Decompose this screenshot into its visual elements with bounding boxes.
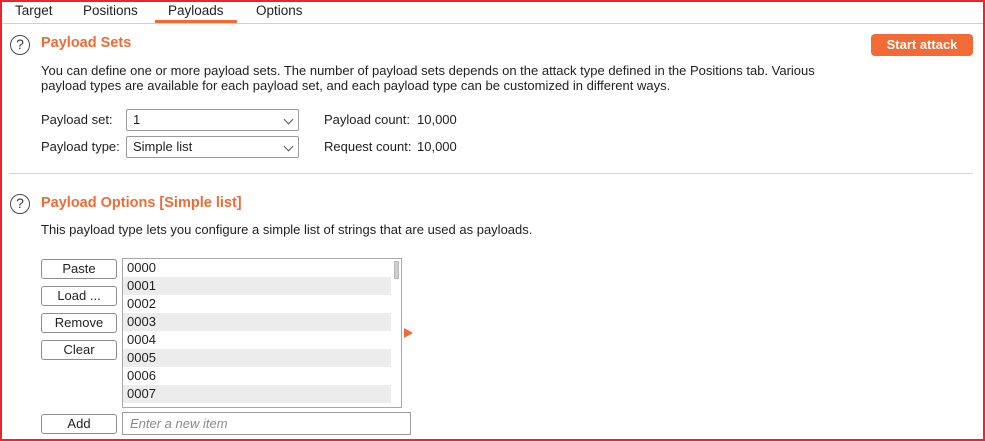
tab-target[interactable]: Target: [2, 0, 66, 23]
payload-count-value: 10,000: [417, 112, 457, 127]
payload-list[interactable]: 0000 0001 0002 0003 0004 0005 0006 0007 …: [122, 258, 402, 408]
request-count-value: 10,000: [417, 139, 457, 154]
add-button[interactable]: Add: [41, 414, 117, 434]
request-count-label: Request count:: [324, 139, 412, 154]
payload-set-select[interactable]: 1: [126, 109, 299, 131]
list-item[interactable]: 0001: [123, 277, 391, 295]
list-item[interactable]: 0006: [123, 367, 391, 385]
list-item[interactable]: 0003: [123, 313, 391, 331]
list-item[interactable]: 0008: [123, 403, 391, 407]
payload-set-label: Payload set:: [41, 112, 113, 127]
expand-arrow-icon[interactable]: [404, 328, 413, 338]
chevron-down-icon: [283, 141, 294, 152]
tab-options[interactable]: Options: [243, 0, 316, 23]
help-icon[interactable]: ?: [10, 194, 30, 214]
new-item-input[interactable]: [122, 412, 411, 435]
tab-bar: Target Positions Payloads Options: [2, 0, 983, 24]
list-item[interactable]: 0002: [123, 295, 391, 313]
payload-options-title: Payload Options [Simple list]: [41, 195, 242, 211]
tab-positions[interactable]: Positions: [70, 0, 151, 23]
payload-sets-description-line2: payload types are available for each pay…: [41, 78, 671, 93]
tab-payloads[interactable]: Payloads: [155, 0, 237, 23]
chevron-down-icon: [283, 114, 294, 125]
load-button[interactable]: Load ...: [41, 286, 117, 306]
help-icon[interactable]: ?: [10, 35, 30, 55]
remove-button[interactable]: Remove: [41, 313, 117, 333]
list-item[interactable]: 0000: [123, 259, 391, 277]
clear-button[interactable]: Clear: [41, 340, 117, 360]
scrollbar-thumb[interactable]: [394, 261, 399, 279]
payload-count-label: Payload count:: [324, 112, 411, 127]
paste-button[interactable]: Paste: [41, 259, 117, 279]
payload-options-description: This payload type lets you configure a s…: [41, 222, 533, 237]
payload-set-value: 1: [133, 112, 141, 127]
payload-type-label: Payload type:: [41, 139, 120, 154]
payload-sets-title: Payload Sets: [41, 35, 132, 51]
payload-type-select[interactable]: Simple list: [126, 136, 299, 158]
section-divider: [9, 173, 973, 174]
list-item[interactable]: 0004: [123, 331, 391, 349]
payload-type-value: Simple list: [133, 139, 193, 154]
list-item[interactable]: 0007: [123, 385, 391, 403]
start-attack-button[interactable]: Start attack: [871, 34, 973, 56]
list-scrollbar[interactable]: [391, 259, 401, 407]
list-item[interactable]: 0005: [123, 349, 391, 367]
